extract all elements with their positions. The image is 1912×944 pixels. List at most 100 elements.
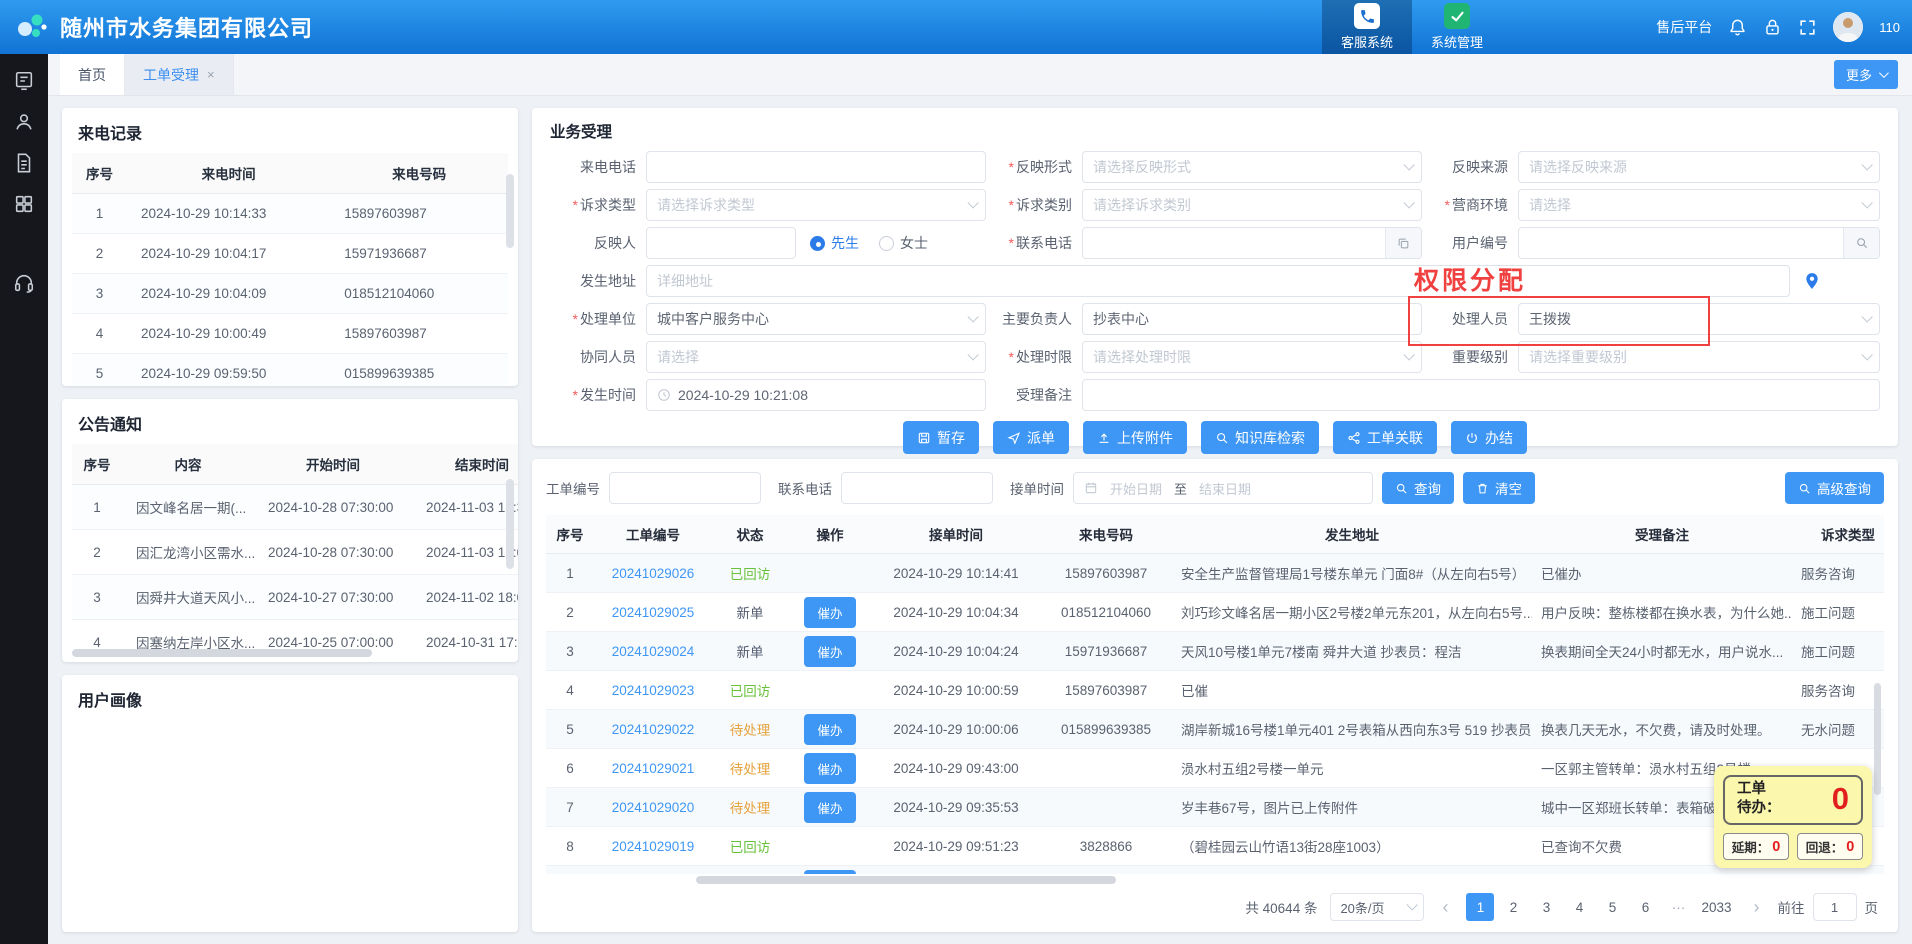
announcements-vscrollbar-thumb[interactable] [506,479,514,569]
customer-icon[interactable] [13,111,35,133]
orders-vscrollbar-thumb[interactable] [1874,683,1881,795]
table-row[interactable]: 1因文峰名居一期(...2024-10-28 07:30:002024-11-0… [72,485,518,530]
radio-male[interactable]: 先生 [810,233,859,253]
call-phone-field[interactable] [657,159,975,175]
delay-chip: 延期：0 [1723,833,1789,860]
fullscreen-icon[interactable] [1798,18,1817,37]
table-row[interactable]: 42024-10-29 10:00:4915897603987 [72,314,508,354]
orders-hscrollbar-thumb[interactable] [696,876,1116,884]
per-page-select[interactable]: 20条/页 [1330,893,1424,921]
call-phone-input[interactable] [646,151,986,183]
co-worker-select[interactable]: 请选择 [646,341,986,373]
advanced-search-button[interactable]: 高级查询 [1785,472,1884,504]
address-input[interactable] [646,265,1790,297]
radio-female[interactable]: 女士 [879,233,928,253]
appeal-type-select[interactable]: 请选择诉求类型 [646,189,986,221]
contact-phone-input[interactable] [1082,227,1422,259]
tab-label: 首页 [78,65,106,85]
order-id-link[interactable]: 20241029021 [612,761,695,776]
page-number[interactable]: 4 [1565,893,1593,921]
column-header: 序号 [72,444,122,485]
handle-unit-select[interactable]: 城中客户服务中心 [646,303,986,335]
more-button[interactable]: 更多 [1834,60,1898,89]
reporter-input[interactable] [646,227,796,259]
urge-button[interactable]: 催办 [804,870,855,875]
copy-icon[interactable] [1385,228,1421,258]
call-records-scrollbar-thumb[interactable] [506,174,514,248]
urge-button[interactable]: 催办 [804,597,855,628]
aftersale-platform-link[interactable]: 售后平台 [1656,17,1712,37]
cell: 2024-10-29 10:04:17 [127,234,330,274]
biz-env-select[interactable]: 请选择 [1518,189,1880,221]
page-number[interactable]: 5 [1598,893,1626,921]
lock-icon[interactable] [1763,18,1782,37]
remark-field[interactable] [1093,387,1869,403]
close-icon[interactable]: × [207,67,215,82]
dispatch-button[interactable]: 派单 [993,421,1069,454]
urge-button[interactable]: 催办 [804,636,855,667]
date-range-picker[interactable]: 开始日期 至 结束日期 [1073,472,1373,504]
finish-button[interactable]: 办结 [1451,421,1527,454]
user-avatar[interactable] [1833,12,1863,42]
bell-icon[interactable] [1728,18,1747,37]
reflect-source-select[interactable]: 请选择反映来源 [1518,151,1880,183]
order-id-link[interactable]: 20241029022 [612,722,695,737]
workbench-icon[interactable] [13,70,35,92]
phone-filter-input[interactable] [841,472,993,504]
page-jump-input[interactable] [1813,893,1857,921]
nav-item-system-admin[interactable]: 系统管理 [1412,0,1502,54]
document-icon[interactable] [13,152,35,174]
clear-button[interactable]: 清空 [1463,472,1535,504]
apps-icon[interactable] [13,193,35,215]
importance-select[interactable]: 请选择重要级别 [1518,341,1880,373]
more-label: 更多 [1846,65,1872,84]
page-number[interactable]: 6 [1631,893,1659,921]
remark-input[interactable] [1082,379,1880,411]
prev-page-button[interactable]: ‹ [1437,898,1453,916]
contact-phone-field[interactable] [1093,235,1385,251]
save-draft-button[interactable]: 暂存 [903,421,979,454]
order-id-link[interactable]: 20241029019 [612,839,695,854]
order-no-filter-input[interactable] [609,472,761,504]
tab-home[interactable]: 首页 [60,54,125,95]
table-row[interactable]: 12024-10-29 10:14:3315897603987 [72,194,508,234]
page-number[interactable]: 2033 [1697,893,1735,921]
order-id-link[interactable]: 20241029023 [612,683,695,698]
main-leader-input[interactable]: 抄表中心 [1082,303,1422,335]
page-number[interactable]: 2 [1499,893,1527,921]
handler-select[interactable]: 王拨拨 [1518,303,1880,335]
search-icon[interactable] [1843,228,1879,258]
order-id-link[interactable]: 20241029024 [612,644,695,659]
urge-button[interactable]: 催办 [804,753,855,784]
tab-work-order[interactable]: 工单受理 × [125,54,234,95]
next-page-button[interactable]: › [1749,898,1765,916]
urge-button[interactable]: 催办 [804,792,855,823]
table-row[interactable]: 32024-10-29 10:04:09018512104060 [72,274,508,314]
announcements-hscrollbar-thumb[interactable] [72,649,372,657]
upload-attachment-button[interactable]: 上传附件 [1083,421,1187,454]
appeal-class-select[interactable]: 请选择诉求类别 [1082,189,1422,221]
order-link-button[interactable]: 工单关联 [1333,421,1437,454]
knowledge-search-button[interactable]: 知识库检索 [1201,421,1319,454]
reporter-field[interactable] [657,235,785,251]
table-row[interactable]: 22024-10-29 10:04:1715971936687 [72,234,508,274]
table-row[interactable]: 2因汇龙湾小区需水...2024-10-28 07:30:002024-11-0… [72,530,518,575]
order-id-link[interactable]: 20241029025 [612,605,695,620]
order-id-link[interactable]: 20241029026 [612,566,695,581]
table-row[interactable]: 52024-10-29 09:59:50015899639385 [72,354,508,387]
search-button[interactable]: 查询 [1382,472,1454,504]
page-number[interactable]: 1 [1466,893,1494,921]
user-no-field[interactable] [1529,235,1843,251]
urge-button[interactable]: 催办 [804,714,855,745]
table-row[interactable]: 3因舜井大道天风小...2024-10-27 07:30:002024-11-0… [72,575,518,620]
order-id-link[interactable]: 20241029020 [612,800,695,815]
user-no-input[interactable] [1518,227,1880,259]
address-field[interactable] [657,273,1779,289]
occur-time-input[interactable]: 2024-10-29 10:21:08 [646,379,986,411]
reflect-form-select[interactable]: 请选择反映形式 [1082,151,1422,183]
headset-icon[interactable] [13,272,35,294]
location-pin-icon[interactable] [1802,271,1822,291]
time-limit-select[interactable]: 请选择处理时限 [1082,341,1422,373]
page-number[interactable]: 3 [1532,893,1560,921]
nav-item-customer-service[interactable]: 客服系统 [1322,0,1412,54]
